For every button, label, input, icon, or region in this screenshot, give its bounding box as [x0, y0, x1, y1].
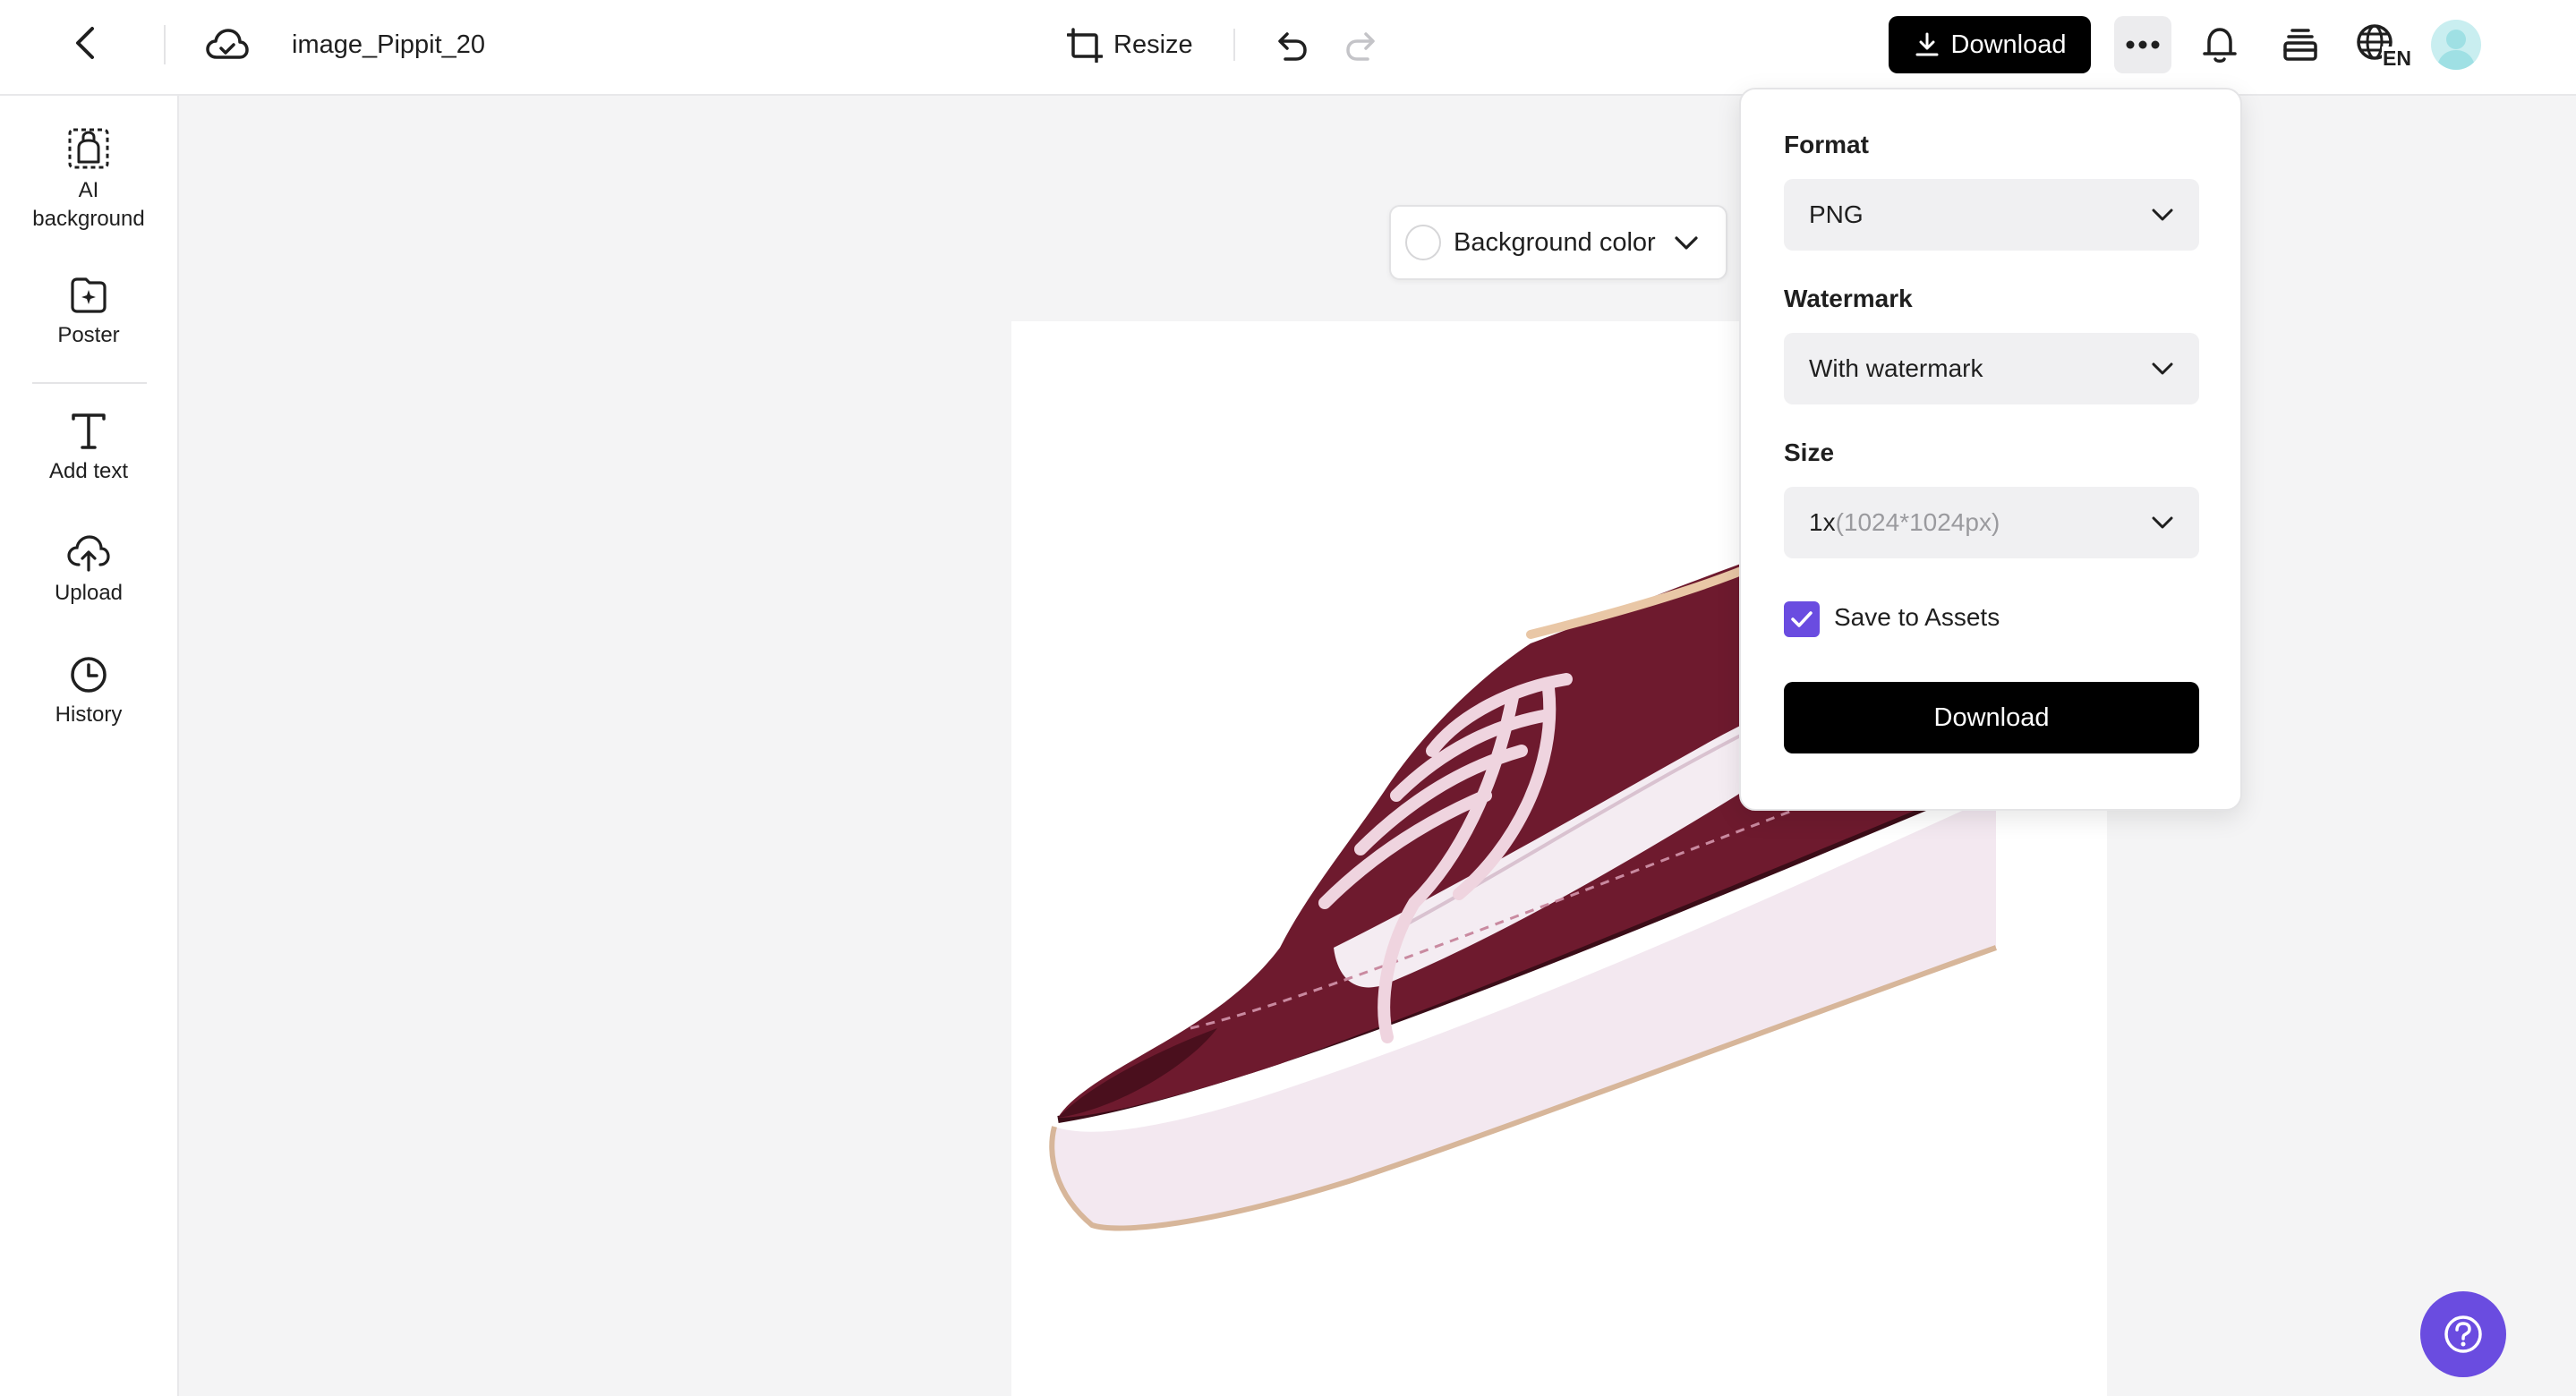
avatar[interactable] — [2431, 20, 2481, 70]
size-label: Size — [1784, 438, 1835, 466]
user-avatar-icon — [2436, 30, 2476, 70]
size-dimensions: (1024*1024px) — [1835, 508, 2000, 536]
cloud-save-button[interactable] — [200, 20, 254, 70]
file-name[interactable]: image_Pippit_20 — [292, 27, 485, 63]
size-select[interactable]: 1x(1024*1024px) — [1784, 487, 2199, 558]
left-sidebar: AI background Poster Add text Upload His… — [0, 96, 179, 1396]
language-code: EN — [2383, 47, 2410, 67]
sidebar-item-label: Add text — [48, 459, 129, 483]
notifications-button[interactable] — [2193, 18, 2247, 72]
sidebar-item-upload[interactable]: Upload — [0, 532, 177, 608]
background-color-label: Background color — [1454, 227, 1656, 257]
download-button-label: Download — [1950, 30, 2067, 59]
sidebar-item-label: History — [55, 702, 123, 727]
sidebar-divider — [32, 382, 147, 384]
layers-icon — [2283, 29, 2317, 61]
watermark-label: Watermark — [1784, 285, 1913, 312]
chevron-down-icon — [1675, 236, 1698, 250]
size-multiplier: 1x — [1809, 508, 1836, 536]
top-bar: image_Pippit_20 Resize Download EN — [0, 0, 2576, 96]
download-button[interactable]: Download — [1889, 16, 2091, 73]
history-icon — [71, 657, 107, 693]
cloud-icon — [206, 29, 249, 59]
background-color-button[interactable]: Background color — [1389, 205, 1727, 280]
bell-icon — [2203, 28, 2237, 63]
sidebar-item-poster[interactable]: Poster — [0, 275, 177, 350]
download-icon — [1915, 32, 1938, 56]
globe-icon: EN — [2357, 24, 2410, 67]
redo-icon — [1346, 32, 1375, 61]
background-color-swatch — [1405, 225, 1441, 260]
download-settings-panel: Format PNG Watermark With watermark Size… — [1739, 88, 2242, 811]
sidebar-item-label: Poster — [57, 323, 120, 347]
checkmark-icon — [1791, 611, 1813, 627]
watermark-select[interactable]: With watermark — [1784, 333, 2199, 404]
top-bar-divider — [164, 25, 166, 64]
more-horizontal-icon — [2126, 40, 2160, 49]
watermark-value: With watermark — [1809, 354, 1983, 382]
ai-background-icon — [68, 128, 109, 169]
chevron-down-icon — [2152, 209, 2173, 221]
undo-icon — [1278, 32, 1307, 61]
save-to-assets-checkbox[interactable] — [1784, 601, 1820, 637]
sidebar-item-label: Upload — [54, 581, 124, 605]
language-button[interactable]: EN — [2350, 16, 2415, 73]
poster-icon — [71, 277, 107, 313]
top-bar-divider — [1233, 29, 1235, 61]
size-value: 1x(1024*1024px) — [1809, 508, 2000, 537]
panel-download-label: Download — [1933, 702, 2050, 732]
upload-icon — [67, 535, 110, 572]
save-to-assets-label[interactable]: Save to Assets — [1834, 603, 2000, 632]
chevron-down-icon — [2152, 516, 2173, 529]
sidebar-item-label: AI background — [32, 178, 145, 231]
chevron-left-icon — [76, 27, 94, 59]
back-button[interactable] — [63, 20, 109, 66]
text-icon — [72, 413, 106, 449]
resize-label: Resize — [1113, 30, 1193, 59]
panel-download-button[interactable]: Download — [1784, 682, 2199, 753]
resize-button[interactable]: Resize — [1067, 20, 1193, 70]
undo-button[interactable] — [1266, 20, 1316, 70]
resize-icon — [1067, 28, 1103, 63]
sidebar-item-ai-background[interactable]: AI background — [0, 126, 177, 234]
sidebar-item-history[interactable]: History — [0, 654, 177, 729]
format-value: PNG — [1809, 200, 1864, 228]
assets-button[interactable] — [2273, 18, 2327, 72]
sidebar-item-add-text[interactable]: Add text — [0, 411, 177, 486]
help-icon — [2444, 1315, 2482, 1353]
format-label: Format — [1784, 131, 1869, 158]
more-options-button[interactable] — [2114, 16, 2171, 73]
redo-button[interactable] — [1337, 20, 1387, 70]
format-select[interactable]: PNG — [1784, 179, 2199, 251]
chevron-down-icon — [2152, 362, 2173, 375]
help-button[interactable] — [2420, 1291, 2506, 1377]
